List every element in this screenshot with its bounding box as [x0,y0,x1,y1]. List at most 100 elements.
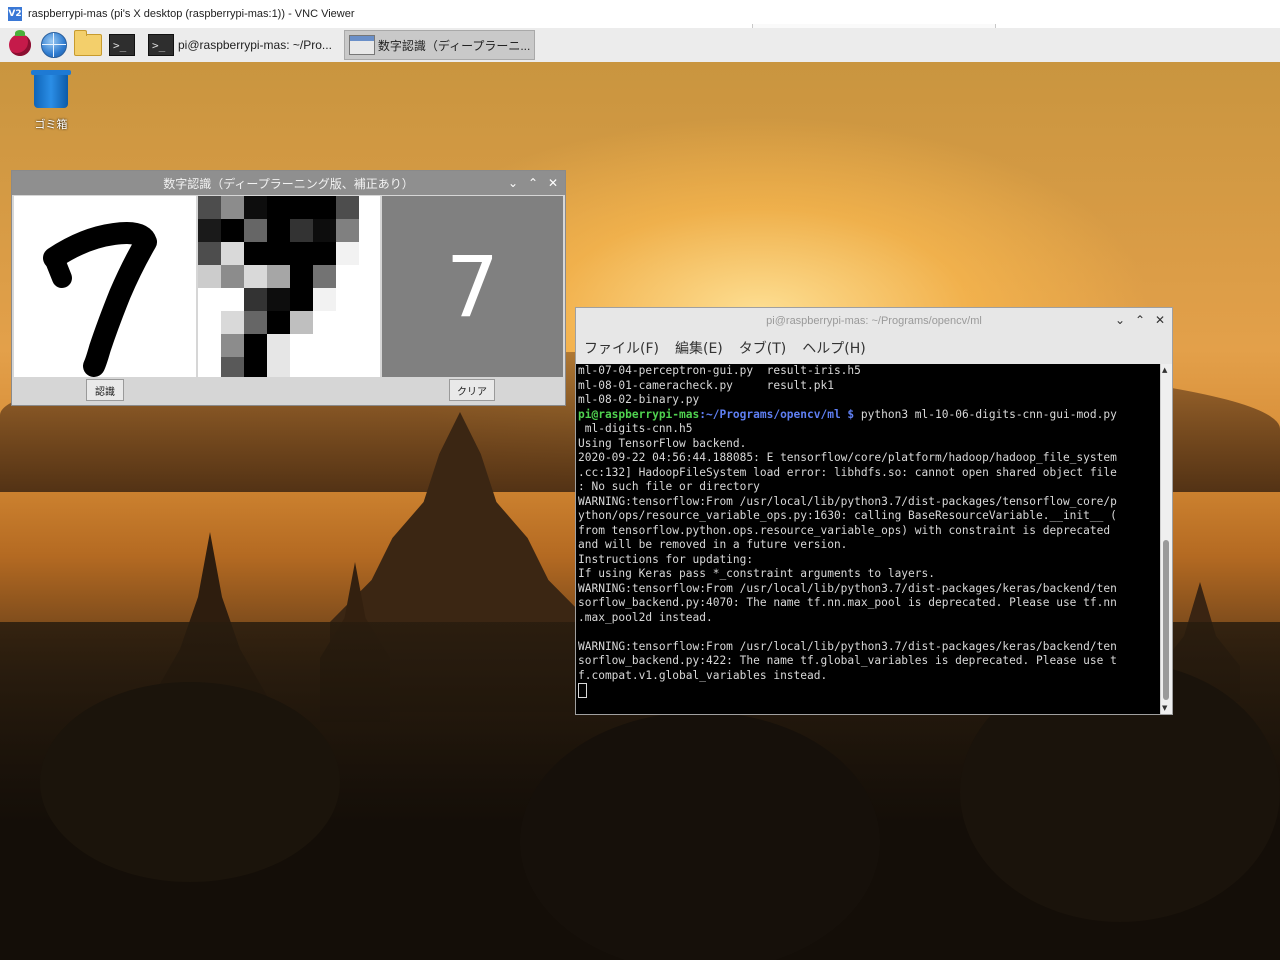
pixel-cell [221,196,244,219]
pixel-cell [290,357,313,377]
pixel-cell [336,334,359,357]
desktop-trash[interactable]: ゴミ箱 [26,70,76,132]
terminal-line: WARNING:tensorflow:From /usr/local/lib/p… [578,639,1117,653]
terminal-line: WARNING:tensorflow:From /usr/local/lib/p… [578,494,1117,508]
pixel-cell [290,265,313,288]
terminal-output[interactable]: ml-07-04-perceptron-gui.py result-iris.h… [576,364,1161,714]
pixel-cell [267,357,290,377]
terminal-line: from tensorflow.python.ops.resource_vari… [578,523,1111,537]
terminal-window: pi@raspberrypi-mas: ~/Programs/opencv/ml… [575,307,1173,715]
pixel-cell [221,242,244,265]
pixel-cell [244,311,267,334]
pixel-cell [267,311,290,334]
pixel-cell [244,242,267,265]
trash-icon [31,70,71,108]
menu-file[interactable]: ファイル(F) [584,338,659,358]
terminal-icon[interactable]: >_ [108,31,136,59]
prompt-path: :~/Programs/opencv/ml $ [699,407,855,421]
pixel-cell [359,265,380,288]
pixel-cell [198,196,221,219]
terminal-line: .cc:132] HadoopFileSystem load error: li… [578,465,1117,479]
digit-window-titlebar[interactable]: 数字認識（ディープラーニング版、補正あり） ⌄ ⌃ ✕ [12,171,565,195]
terminal-menubar: ファイル(F) 編集(E) タブ(T) ヘルプ(H) [576,334,1172,362]
pixel-cell [198,288,221,311]
pixel-cell [336,288,359,311]
menu-tabs[interactable]: タブ(T) [739,338,786,358]
pixel-cell [221,311,244,334]
pixel-cell [267,265,290,288]
scrollbar-thumb[interactable] [1163,540,1169,700]
menu-help[interactable]: ヘルプ(H) [802,338,865,358]
pixel-cell [336,357,359,377]
recognized-digit: 7 [445,237,500,336]
pixel-cell [198,265,221,288]
scroll-up-icon[interactable]: ▲ [1162,366,1167,374]
pixel-cell [359,357,380,377]
pixel-cell [221,219,244,242]
pixel-cell [336,242,359,265]
pixel-cell [244,357,267,377]
terminal-scrollbar[interactable]: ▲ ▼ [1160,364,1172,714]
pixel-cell [244,288,267,311]
vnc-icon: V2 [8,7,22,21]
prompt-user: pi@raspberrypi-mas [578,407,700,421]
scroll-down-icon[interactable]: ▼ [1162,704,1167,712]
taskbar-item-digit-window[interactable]: 数字認識（ディープラーニ... [343,30,536,60]
pixel-cell [290,196,313,219]
pixel-cell [244,219,267,242]
pixel-cell [221,288,244,311]
pixel-cell [313,311,336,334]
raspberry-menu-icon[interactable] [6,30,34,59]
minimize-icon[interactable]: ⌄ [505,171,521,195]
pixel-cell [359,219,380,242]
file-manager-icon[interactable] [74,30,102,59]
pixel-cell [244,265,267,288]
terminal-line: Using TensorFlow backend. [578,436,747,450]
pixel-cell [267,334,290,357]
terminal-line: .max_pool2d instead. [578,610,713,624]
pixel-cell [221,357,244,377]
maximize-icon[interactable]: ⌃ [525,171,541,195]
preprocessed-pixel-grid [198,196,382,377]
close-icon[interactable]: ✕ [545,171,561,195]
pixel-cell [313,242,336,265]
pixel-cell [290,311,313,334]
taskbar-item-terminal[interactable]: >_ pi@raspberrypi-mas: ~/Pro... [144,30,336,60]
pixel-cell [313,265,336,288]
pixel-cell [359,288,380,311]
pixel-cell [221,334,244,357]
drawing-canvas[interactable] [14,196,198,377]
pixel-cell [267,242,290,265]
pixel-cell [313,334,336,357]
pixel-cell [336,311,359,334]
pixel-cell [336,196,359,219]
text-cursor [578,683,587,698]
terminal-titlebar[interactable]: pi@raspberrypi-mas: ~/Programs/opencv/ml… [576,308,1172,334]
terminal-line: : No such file or directory [578,480,760,493]
handwritten-digit-drawing [43,222,157,377]
terminal-line: 2020-09-22 04:56:44.188085: E tensorflow… [578,451,1117,464]
minimize-icon[interactable]: ⌄ [1112,308,1128,332]
pixel-cell [290,334,313,357]
taskbar-item-label: pi@raspberrypi-mas: ~/Pro... [178,38,332,52]
terminal-line: sorflow_backend.py:422: The name tf.glob… [578,654,1117,667]
pixel-cell [290,219,313,242]
menu-edit[interactable]: 編集(E) [675,338,723,358]
pixel-cell [198,334,221,357]
pixel-cell [359,334,380,357]
clear-button[interactable]: クリア [449,379,495,401]
maximize-icon[interactable]: ⌃ [1132,308,1148,332]
pixel-cell [359,242,380,265]
terminal-line: ml-08-01-cameracheck.py result.pk1 [578,378,834,392]
window-icon [348,35,375,55]
web-browser-icon[interactable] [40,31,68,59]
pixel-cell [336,219,359,242]
pixel-cell [359,196,380,219]
pixel-cell [313,357,336,377]
desktop-panel: >_ >_ pi@raspberrypi-mas: ~/Pro... 数字認識（… [0,28,1280,63]
recognize-button[interactable]: 認識 [86,379,124,401]
trash-label: ゴミ箱 [34,118,68,131]
pixel-cell [198,242,221,265]
close-icon[interactable]: ✕ [1152,308,1168,332]
